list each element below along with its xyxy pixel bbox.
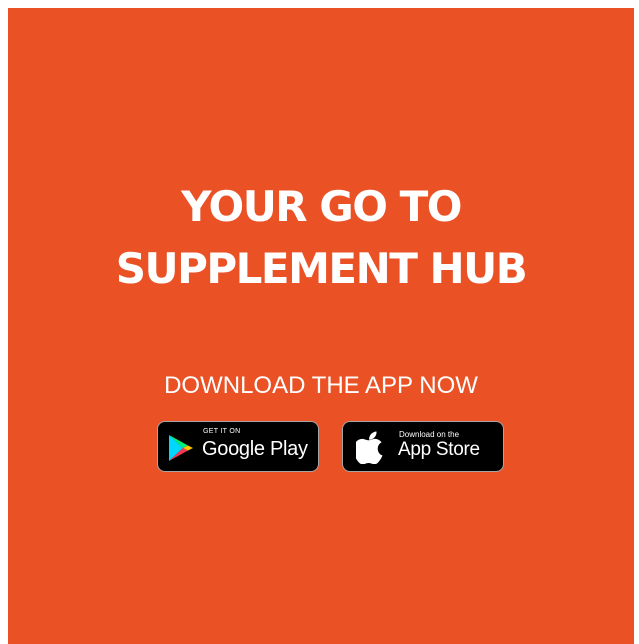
apple-icon (353, 430, 386, 469)
headline-line-2: SUPPLEMENT HUB (115, 244, 528, 293)
app-store-badge[interactable]: Download on the App Store (342, 421, 504, 472)
app-store-small-label: Download on the (399, 430, 460, 439)
download-cta-text: DOWNLOAD THE APP NOW (164, 372, 478, 399)
google-play-label: Google Play (202, 438, 308, 460)
headline-line-1: YOUR GO TO (181, 182, 462, 231)
store-badges: GET IT ON Google Play Download on the Ap… (8, 421, 634, 473)
promo-banner: YOUR GO TO SUPPLEMENT HUB DOWNLOAD THE A… (8, 8, 634, 644)
page: YOUR GO TO SUPPLEMENT HUB DOWNLOAD THE A… (0, 0, 639, 644)
app-store-label: App Store (398, 439, 480, 460)
google-play-icon (168, 434, 194, 467)
google-play-small-label: GET IT ON (203, 428, 241, 435)
google-play-badge[interactable]: GET IT ON Google Play (157, 421, 319, 472)
